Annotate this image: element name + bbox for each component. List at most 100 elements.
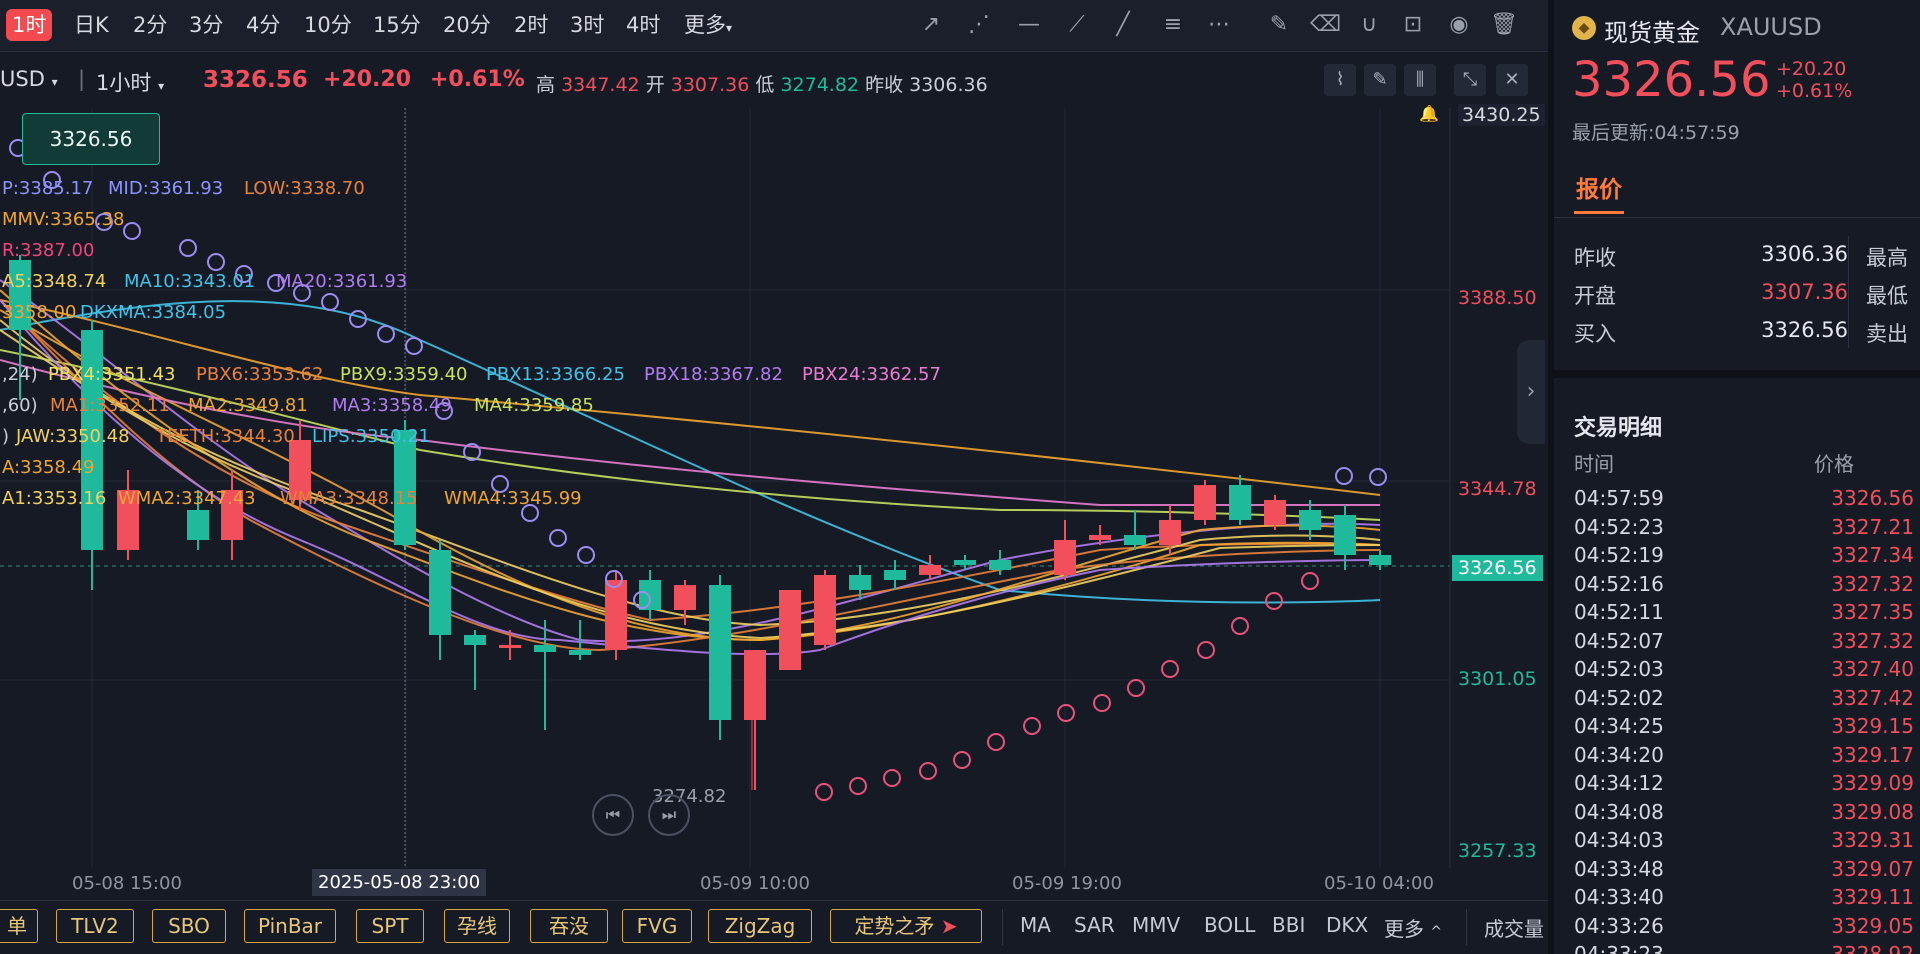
lock-icon[interactable]: ⊡ [1400,12,1426,38]
sar-dots [9,139,1387,801]
tf-4m[interactable]: 4分 [240,9,286,41]
segment-line-icon[interactable]: ⟋ [1064,12,1090,38]
indicator-btn[interactable]: TLV2 [56,909,134,943]
panel-toggle-chevron-icon[interactable]: › [1517,340,1545,444]
tf-1h[interactable]: 1时 [6,9,53,41]
tf-more[interactable]: 更多▾ [678,9,738,41]
indicator-btn[interactable]: ZigZag [708,909,812,943]
header-price: 3326.56 [203,67,308,93]
last-updated: 最后更新:04:57:59 [1572,122,1740,144]
indicator-btn[interactable]: 吞没 [530,909,608,943]
candle-body [499,645,521,648]
sar-dot [377,325,395,343]
tab-bbi[interactable]: BBI [1272,913,1305,937]
trade-row: 04:34:20 3329.17 [1574,743,1914,771]
alert-bell-icon[interactable]: 🔔 [1416,104,1442,128]
x-crosshair-label: 2025-05-08 23:00 [312,869,487,896]
quote-value: 3326.56 [1761,318,1848,342]
scroll-end-icon[interactable]: ⏭ [648,794,690,836]
tf-15m[interactable]: 15分 [367,9,427,41]
trade-price: 3329.07 [1831,856,1914,881]
dashed-line-icon[interactable]: ⋰ [966,12,992,38]
trade-time: 04:52:16 [1574,571,1664,596]
indicator-btn[interactable]: 孕线 [444,909,510,943]
quote-right-label: 卖出 [1866,322,1908,346]
more-dots-icon[interactable]: ⋯ [1206,12,1232,38]
magnet-icon[interactable]: ∪ [1356,12,1382,38]
symbol-selector[interactable]: USD ▾ [0,67,58,91]
indicator-value: DKXMA:3384.05 [80,302,227,323]
trade-time: 04:34:03 [1574,828,1664,852]
indicator-btn[interactable]: 单 [0,909,38,943]
indicator-value: WMA2:3347.43 [118,488,256,509]
collapse-icon[interactable]: ⤡ [1454,64,1486,96]
trade-row: 04:33:48 3329.07 [1574,857,1914,885]
fibonacci-icon[interactable]: ≡ [1160,12,1186,38]
trade-row: 04:52:16 3327.32 [1574,572,1914,600]
y-label: 3344.78 [1458,478,1537,500]
sar-dot [883,769,901,787]
tab-ma[interactable]: MA [1020,913,1051,937]
indicator-value: TEETH:3344.30 [156,426,295,447]
y-label: 3388.50 [1458,287,1537,309]
candle-body [1194,485,1216,520]
sar-dot [919,762,937,780]
indicator-btn[interactable]: SBO [152,909,226,943]
draw-icon[interactable]: ✎ [1364,64,1396,96]
horizontal-line-icon[interactable]: — [1016,12,1042,38]
trash-icon[interactable]: 🗑 [1490,12,1518,38]
interval-selector[interactable]: 1小时 ▾ [96,67,164,97]
indicator-value: P:3385.17 [2,178,94,199]
eraser-icon[interactable]: ⌫ [1310,12,1341,38]
tab-mmv[interactable]: MMV [1132,913,1180,937]
panel-change: +20.20 [1776,58,1847,80]
eye-icon[interactable]: ◉ [1446,12,1472,38]
tab-sar[interactable]: SAR [1074,913,1115,937]
candle-body [674,585,696,610]
indicator-btn-spear[interactable]: 定势之矛 ➤ [830,909,982,943]
indicator-value: LOW:3338.70 [244,178,365,199]
indicator-btn[interactable]: PinBar [244,909,336,943]
candle-body [709,585,731,720]
x-label: 05-10 04:00 [1324,873,1434,894]
tab-quote[interactable]: 报价 [1576,170,1622,204]
indicator-btn[interactable]: FVG [622,909,692,943]
tf-3m[interactable]: 3分 [183,9,229,41]
tf-4h[interactable]: 4时 [620,9,666,41]
arrow-line-icon[interactable]: ↗ [918,12,944,38]
tab-boll[interactable]: BOLL [1204,913,1255,937]
tf-10m[interactable]: 10分 [298,9,358,41]
tf-3h[interactable]: 3时 [564,9,610,41]
tf-2h[interactable]: 2时 [508,9,554,41]
quote-panel: ◆ 现货黄金 XAUUSD 3326.56 +20.20 +0.61% 最后更新… [1548,0,1920,954]
indicator-value: ,24) [2,364,38,385]
tf-day[interactable]: 日K [68,9,115,41]
prev-label: 昨收 [865,74,904,96]
indicator-icon[interactable]: ⌇ [1324,64,1356,96]
indicator-btn[interactable]: SPT [356,909,424,943]
tf-20m[interactable]: 20分 [437,9,497,41]
divider [1848,236,1849,348]
scroll-start-icon[interactable]: ⏮ [592,794,634,836]
current-price-tag: 3326.56 [1452,555,1543,581]
tab-dkx[interactable]: DKX [1326,913,1368,937]
tab-more[interactable]: 更多 ^ [1384,913,1442,942]
edit-icon[interactable]: ✎ [1266,12,1292,38]
trade-time: 04:33:48 [1574,856,1664,881]
close-icon[interactable]: ✕ [1496,64,1528,96]
sar-dot [207,253,225,271]
candle-body [1229,485,1251,520]
candle-body [187,510,209,540]
indicator-value: PBX9:3359.40 [340,364,468,385]
sar-dot [1265,592,1283,610]
candle-type-icon[interactable]: ⫼ [1404,64,1436,96]
y-label-top: 3430.25 [1458,104,1545,126]
tab-volume[interactable]: 成交量 [1484,913,1544,942]
trade-time: 04:52:02 [1574,685,1664,710]
interval-label: 1小时 [96,71,152,95]
symbol-label: USD [0,67,45,91]
tf-more-label: 更多 [684,13,726,37]
tf-2m[interactable]: 2分 [127,9,173,41]
trend-line-icon[interactable]: ╱ [1110,12,1136,38]
divider [1466,909,1467,945]
